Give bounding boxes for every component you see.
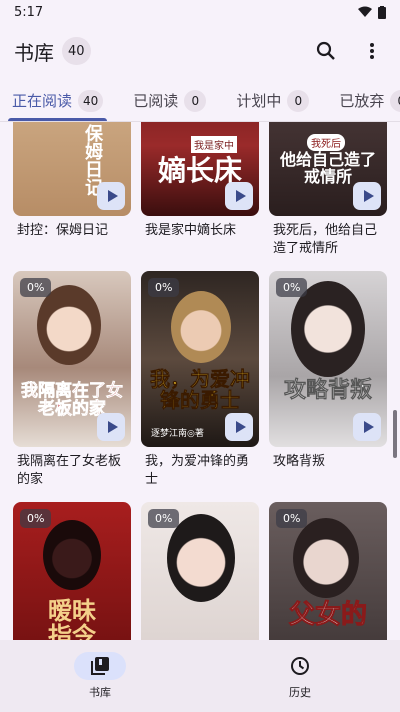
shelf-tabs: 正在阅读 40 已阅读 0 计划中 0 已放弃 0 [0, 80, 400, 122]
cover-title: 他给自己造了戒情所 [279, 150, 376, 186]
tab-dropped[interactable]: 已放弃 0 [321, 80, 400, 121]
tab-label: 已放弃 [339, 92, 385, 110]
cover-title: 攻略背叛 [283, 377, 373, 403]
cover-title: 我，为爱冲锋的勇士 [150, 367, 251, 412]
book-cover: 0% 暧昧指令 [13, 502, 131, 640]
cover-title: 父女的 [288, 600, 367, 630]
progress-badge: 0% [276, 278, 308, 297]
nav-label: 书库 [89, 686, 111, 699]
play-icon [235, 190, 246, 202]
nav-library[interactable]: 书库 [0, 640, 200, 712]
book-card[interactable]: 0% 父女的 [269, 502, 387, 640]
book-card[interactable]: 我死后 他给自己造了戒情所 我死后，他给自己造了戒情所 [269, 122, 387, 258]
book-grid: 保姆日记 封控：保姆日记 我是家中 嫡长床 我是家中嫡长床 我死后 他给自己造了… [0, 122, 400, 640]
play-icon [363, 421, 374, 433]
book-card[interactable]: 保姆日记 封控：保姆日记 [13, 122, 131, 240]
nav-indicator [74, 652, 126, 680]
status-bar: 5:17 [0, 0, 400, 24]
library-icon [91, 657, 109, 675]
book-cover: 0% 攻略背叛 [269, 271, 387, 447]
cover-portrait [171, 291, 231, 363]
cover-tag: 我死后 [307, 134, 345, 151]
search-button[interactable] [312, 37, 340, 65]
progress-badge: 0% [148, 509, 180, 528]
library-count-badge: 40 [62, 37, 91, 65]
cover-portrait [43, 520, 101, 590]
book-card[interactable]: 0% 暧昧指令 [13, 502, 131, 640]
book-cover: 0% 我隔离在了女老板的家 [13, 271, 131, 447]
progress-badge: 0% [276, 509, 308, 528]
status-time: 5:17 [14, 4, 44, 20]
book-title: 封控：保姆日记 [17, 223, 109, 238]
tab-planned[interactable]: 计划中 0 [218, 80, 321, 121]
more-vert-icon [370, 43, 374, 59]
play-icon [107, 190, 118, 202]
read-button[interactable] [353, 182, 381, 210]
read-button[interactable] [353, 413, 381, 441]
more-options-button[interactable] [358, 37, 386, 65]
app-bar: 书库 40 [0, 24, 400, 78]
book-cover: 0% 我，为爱冲锋的勇士 逐梦江南◎著 [141, 271, 259, 447]
play-icon [107, 421, 118, 433]
play-icon [235, 421, 246, 433]
battery-icon [378, 5, 386, 19]
read-button[interactable] [225, 182, 253, 210]
cover-portrait [167, 514, 235, 602]
nav-history[interactable]: 历史 [200, 640, 400, 712]
read-button[interactable] [225, 413, 253, 441]
page-title: 书库 [14, 40, 54, 65]
cover-author: 逐梦江南◎著 [151, 429, 204, 439]
cover-title: 暧昧指令 [48, 596, 96, 640]
book-card[interactable]: 0% 我隔离在了女老板的家 我隔离在了女老板的家 [13, 271, 131, 489]
book-card[interactable]: 0% 攻略背叛 攻略背叛 [269, 271, 387, 471]
cover-portrait [37, 285, 101, 365]
book-title: 我隔离在了女老板的家 [17, 454, 122, 487]
nav-label: 历史 [289, 686, 311, 699]
book-card[interactable]: 0% 我，为爱冲锋的勇士 逐梦江南◎著 我，为爱冲锋的勇士 [141, 271, 259, 489]
progress-badge: 0% [20, 278, 52, 297]
book-title: 我死后，他给自己造了戒情所 [273, 223, 378, 256]
wifi-icon [358, 6, 372, 17]
nav-indicator [274, 652, 326, 680]
search-icon [316, 41, 335, 60]
tab-count-badge: 40 [78, 89, 104, 112]
book-card[interactable]: 0% [141, 502, 259, 640]
cover-tag: 我是家中 [191, 136, 237, 153]
tab-count-badge: 0 [184, 89, 207, 112]
book-title: 我，为爱冲锋的勇士 [145, 454, 250, 487]
tab-label: 已阅读 [133, 92, 179, 110]
progress-badge: 0% [20, 509, 52, 528]
book-title: 攻略背叛 [273, 454, 326, 469]
tab-reading[interactable]: 正在阅读 40 [0, 80, 115, 121]
tab-label: 正在阅读 [12, 92, 73, 110]
tab-read[interactable]: 已阅读 0 [115, 80, 218, 121]
history-icon [291, 657, 309, 675]
cover-title: 嫡长床 [157, 154, 242, 187]
book-cover: 保姆日记 [13, 122, 131, 216]
book-cover: 我死后 他给自己造了戒情所 [269, 122, 387, 216]
read-button[interactable] [97, 413, 125, 441]
play-icon [363, 190, 374, 202]
book-cover: 0% 父女的 [269, 502, 387, 640]
tab-label: 计划中 [236, 92, 282, 110]
cover-portrait [293, 518, 359, 598]
progress-badge: 0% [148, 278, 180, 297]
status-icons [358, 5, 386, 19]
tab-count-badge: 0 [390, 89, 400, 112]
bottom-nav: 书库 历史 [0, 640, 400, 712]
book-cover: 0% [141, 502, 259, 640]
read-button[interactable] [97, 182, 125, 210]
book-cover: 我是家中 嫡长床 [141, 122, 259, 216]
scrollbar[interactable] [393, 410, 397, 458]
book-title: 我是家中嫡长床 [145, 223, 237, 238]
cover-title: 保姆日记 [82, 124, 103, 196]
tab-count-badge: 0 [287, 89, 310, 112]
book-card[interactable]: 我是家中 嫡长床 我是家中嫡长床 [141, 122, 259, 240]
